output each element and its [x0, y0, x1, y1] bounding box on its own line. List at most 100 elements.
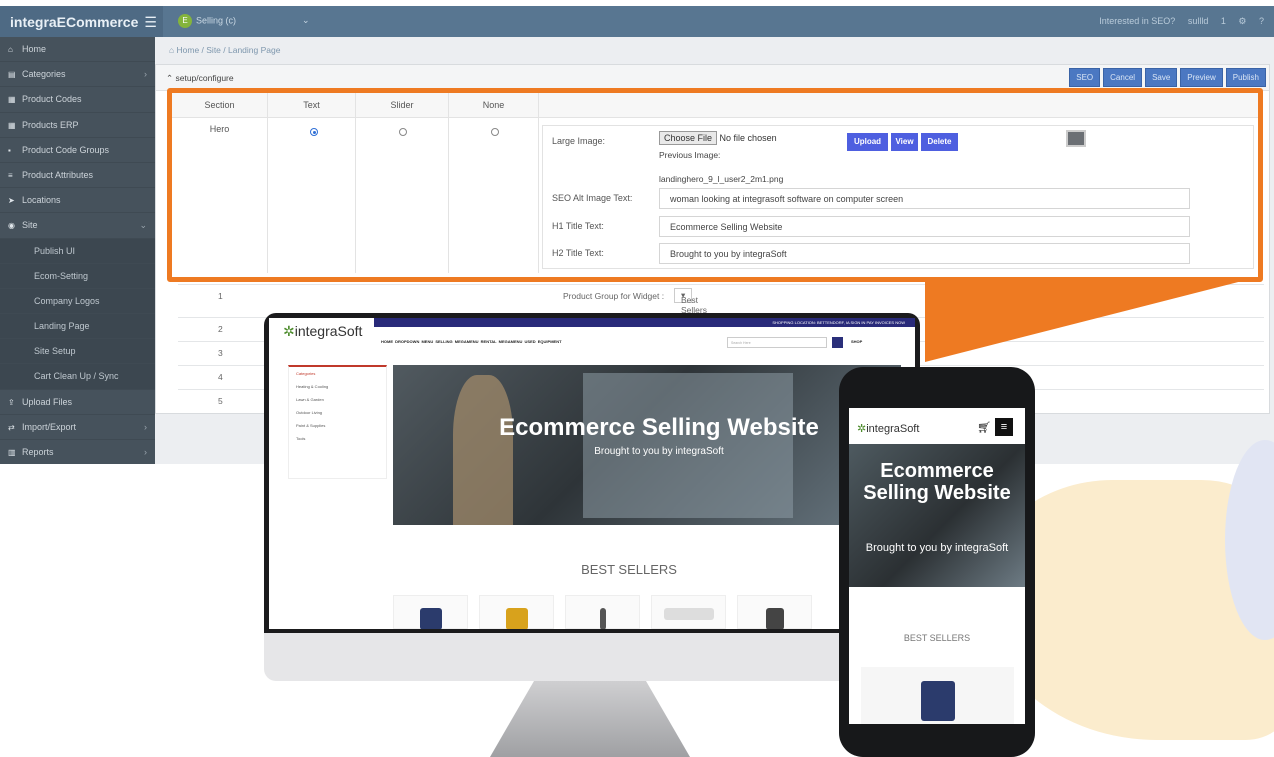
logo-text: integraSoft — [294, 323, 363, 339]
paint-can-image — [921, 681, 955, 721]
seo-alt-input[interactable]: woman looking at integrasoft software on… — [659, 188, 1190, 209]
sidebar-subitem-ecom-setting[interactable]: Ecom-Setting — [0, 263, 155, 289]
site-nav: HOME DROPDOWN MENU SELLING MEGAMENU RENT… — [381, 339, 562, 344]
logo-mark: ✲ — [283, 323, 295, 339]
slider-cell — [356, 118, 449, 273]
cancel-button[interactable]: Cancel — [1103, 68, 1143, 87]
top-bar: integraECommerce ☰ E Selling (c) ⌄ Interest… — [0, 6, 1274, 37]
h1-label: H1 Title Text: — [552, 221, 604, 231]
delete-button[interactable]: Delete — [921, 133, 958, 151]
sidebar-item-categories[interactable]: ▤ Categories › — [0, 62, 155, 88]
previous-image-name: landinghero_9_l_user2_2m1.png — [659, 174, 784, 184]
exchange-icon: ⇄ — [8, 422, 15, 432]
h2-input[interactable]: Brought to you by integraSoft — [659, 243, 1190, 264]
upload-button[interactable]: Upload — [847, 133, 888, 151]
context-selector[interactable]: E Selling (c) ⌄ — [178, 14, 310, 28]
category-item: Lawn & Garden — [296, 397, 324, 402]
sidebar-item-home[interactable]: ⌂ Home — [0, 37, 155, 63]
reports-icon: ▥ — [8, 448, 16, 457]
phone-site-preview: ✲integraSoft 🛒︎ ≡ Ecommerce Selling Webs… — [849, 408, 1025, 724]
sidebar-subitem-company-logos[interactable]: Company Logos — [0, 288, 155, 315]
row-number: 1 — [218, 291, 223, 301]
row-number: 2 — [218, 324, 223, 334]
monitor-chin — [264, 633, 920, 681]
monitor-stand — [490, 681, 690, 757]
view-button[interactable]: View — [891, 133, 918, 151]
previous-image-label: Previous Image: — [659, 150, 721, 160]
row-number: 5 — [218, 396, 223, 406]
preview-button[interactable]: Preview — [1180, 68, 1223, 87]
category-item: Heating & Cooling — [296, 384, 329, 389]
col-header-none: None — [449, 93, 539, 118]
brand[interactable]: integraECommerce ☰ — [0, 6, 163, 37]
image-thumbnail[interactable] — [1066, 130, 1086, 147]
phone-hero-title: Ecommerce Selling Website — [863, 460, 1011, 504]
sidebar-item-product-codes[interactable]: ▦ Product Codes — [0, 87, 155, 113]
save-button[interactable]: Save — [1145, 68, 1178, 87]
breadcrumb[interactable]: ⌂ Home / Site / Landing Page — [163, 37, 280, 64]
gear-icon[interactable]: ⚙ — [1238, 16, 1246, 26]
location-icon: ➤ — [8, 196, 15, 206]
site-topbar: SHOPPING LOCATION: BETTENDORF, IA SIGN I… — [374, 318, 915, 327]
publish-button[interactable]: Publish — [1225, 68, 1266, 87]
sidebar-subitem-site-setup[interactable]: Site Setup — [0, 339, 155, 365]
search-icon — [832, 337, 843, 348]
none-radio[interactable] — [491, 128, 499, 136]
h2-label: H2 Title Text: — [552, 248, 604, 258]
file-picker[interactable]: Choose File No file chosen — [659, 131, 777, 145]
sidebar-item-label: Products ERP — [22, 119, 79, 130]
phone-best-sellers: BEST SELLERS — [903, 633, 971, 643]
sidebar-item-product-code-groups[interactable]: ▪ Product Code Groups — [0, 138, 155, 163]
hero-config-callout: Section Text Slider None Hero Large Imag… — [167, 88, 1263, 282]
site-hero-subtitle: Brought to you by integraSoft — [594, 446, 724, 457]
sidebar-subitem-publish-ui[interactable]: Publish UI — [0, 238, 155, 264]
top-right: Interested in SEO? sullld 1 ⚙ ? — [1089, 16, 1264, 27]
sidebar-item-upload-files[interactable]: ⇪ Upload Files — [0, 390, 155, 415]
sidebar-subitem-cart-cleanup[interactable]: Cart Clean Up / Sync — [0, 364, 155, 390]
file-status: No file chosen — [719, 133, 777, 143]
hamburger-icon[interactable]: ☰ — [144, 14, 157, 30]
context-label: Selling (c) — [196, 15, 237, 26]
product-card — [479, 595, 554, 629]
text-radio[interactable] — [310, 128, 318, 136]
sidebar-item-products-erp[interactable]: ▦ Products ERP — [0, 113, 155, 138]
store-icon: E — [178, 14, 192, 28]
sidebar-item-import-export[interactable]: ⇄ Import/Export › — [0, 415, 155, 440]
notification-count[interactable]: 1 — [1221, 16, 1226, 26]
choose-file-button[interactable]: Choose File — [659, 131, 718, 145]
seo-button[interactable]: SEO — [1069, 68, 1101, 87]
h1-input[interactable]: Ecommerce Selling Website — [659, 216, 1190, 237]
sidebar-item-label: Product Codes — [22, 94, 82, 105]
site-hero-title: Ecommerce Selling Website — [499, 414, 819, 441]
panel-title: setup/configure — [175, 73, 234, 83]
air-conditioner-image — [664, 608, 714, 620]
product-card — [393, 595, 468, 629]
category-item: Outdoor Living — [296, 410, 323, 415]
sidebar-item-locations[interactable]: ➤ Locations — [0, 188, 155, 214]
phone-product-card — [861, 667, 1014, 724]
slider-radio[interactable] — [399, 128, 407, 136]
lawn-mower-image — [766, 608, 784, 629]
product-card — [737, 595, 812, 629]
sidebar-item-product-attributes[interactable]: ≡ Product Attributes — [0, 163, 155, 189]
sidebar-item-site[interactable]: ◉ Site ⌄ — [0, 213, 155, 239]
chevron-right-icon: › — [144, 421, 147, 432]
list-icon: ≡ — [8, 170, 13, 180]
row-number: 3 — [218, 348, 223, 358]
sidebar-subitem-landing-page[interactable]: Landing Page — [0, 314, 155, 340]
cart-icon: 🛒︎ — [977, 422, 991, 434]
seo-link[interactable]: Interested in SEO? — [1099, 16, 1175, 26]
product-card — [651, 595, 726, 629]
sidebar-item-label: Categories — [22, 69, 66, 80]
category-item: Paint & Supplies — [296, 423, 326, 428]
username[interactable]: sullld — [1188, 16, 1209, 26]
sidebar-item-reports[interactable]: ▥ Reports › — [0, 440, 155, 464]
upload-icon: ⇪ — [8, 397, 15, 407]
help-icon[interactable]: ? — [1259, 16, 1264, 26]
shop-link: SHOP — [851, 339, 863, 344]
none-cell — [449, 118, 539, 273]
sidebar-item-label: Upload Files — [22, 396, 73, 407]
widget-select[interactable]: Best Sellers ▾ — [674, 288, 707, 315]
phone-logo: ✲integraSoft — [857, 422, 919, 435]
col-header-settings — [539, 93, 1258, 118]
